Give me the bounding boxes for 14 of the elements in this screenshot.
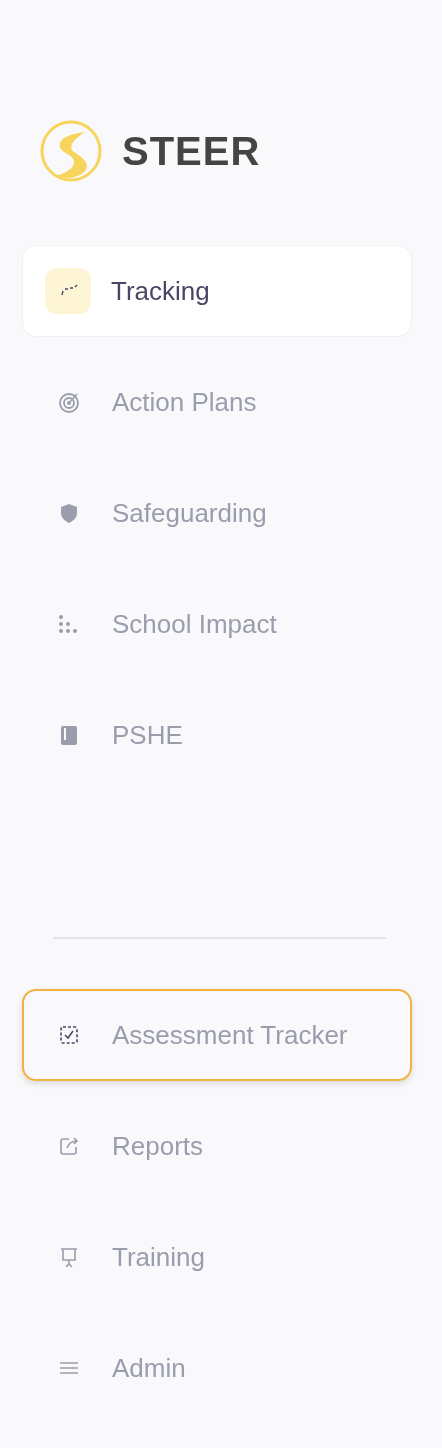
nav-item[interactable]: School Impact <box>22 578 412 670</box>
nav-item[interactable]: Safeguarding <box>22 467 412 559</box>
nav-item[interactable]: Training <box>22 1211 412 1303</box>
checklist-icon <box>57 1023 81 1047</box>
brand-name: STEER <box>122 128 261 174</box>
nav-item[interactable]: PSHE <box>22 689 412 781</box>
nav-item[interactable]: Reports <box>22 1100 412 1192</box>
nav-item[interactable]: Tracking <box>22 245 412 337</box>
share-icon <box>57 1134 81 1158</box>
nav-item[interactable]: Admin <box>22 1322 412 1414</box>
target-icon <box>57 390 81 414</box>
nav-item[interactable]: Assessment Tracker <box>22 989 412 1081</box>
logo-icon <box>40 120 102 182</box>
nav-item[interactable]: Action Plans <box>22 356 412 448</box>
